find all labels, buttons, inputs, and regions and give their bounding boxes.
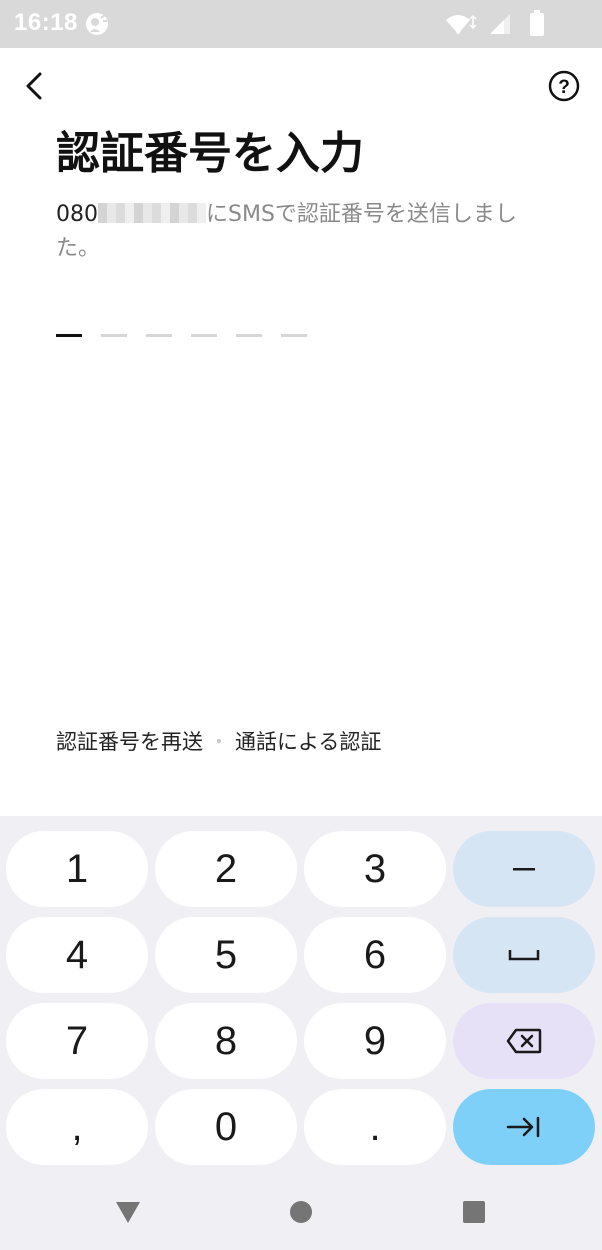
key-7[interactable]: 7	[6, 1003, 148, 1079]
back-button[interactable]	[14, 66, 54, 106]
code-slot-3[interactable]	[146, 334, 172, 337]
key-5[interactable]: 5	[155, 917, 297, 993]
key-4[interactable]: 4	[6, 917, 148, 993]
wifi-icon: 5	[446, 14, 477, 36]
key-2[interactable]: 2	[155, 831, 297, 907]
phone-number-prefix: 080	[56, 202, 98, 227]
status-bar: 16:18 5	[0, 0, 602, 48]
sms-description: 080 にSMSで認証番号を送信しました。	[56, 198, 546, 266]
square-recents-icon	[463, 1201, 485, 1223]
key-3[interactable]: 3	[304, 831, 446, 907]
key-period[interactable]: .	[304, 1089, 446, 1165]
code-slot-6[interactable]	[281, 334, 307, 337]
space-icon	[508, 950, 540, 961]
key-0[interactable]: 0	[155, 1089, 297, 1165]
nav-home-button[interactable]	[285, 1196, 317, 1228]
status-icons: 5	[444, 10, 564, 38]
tab-next-icon	[506, 1116, 540, 1138]
key-9[interactable]: 9	[304, 1003, 446, 1079]
verification-links: 認証番号を再送 通話による認証	[56, 726, 381, 756]
svg-text:?: ?	[558, 77, 570, 98]
circle-home-icon	[290, 1201, 312, 1223]
nav-back-button[interactable]	[112, 1196, 144, 1228]
signal-icon	[490, 14, 510, 34]
call-verification-link[interactable]: 通話による認証	[235, 726, 381, 756]
key-8[interactable]: 8	[155, 1003, 297, 1079]
code-slot-2[interactable]	[101, 334, 127, 337]
key-1[interactable]: 1	[6, 831, 148, 907]
help-button[interactable]: ?	[546, 68, 582, 104]
resend-code-link[interactable]: 認証番号を再送	[56, 726, 203, 756]
code-slot-5[interactable]	[236, 334, 262, 337]
nav-recents-button[interactable]	[458, 1196, 490, 1228]
backspace-icon	[506, 1028, 542, 1054]
assistant-icon	[86, 13, 108, 35]
key-minus[interactable]	[453, 831, 595, 907]
key-backspace[interactable]	[453, 1003, 595, 1079]
battery-icon	[530, 10, 544, 36]
verification-code-input[interactable]	[56, 334, 316, 338]
link-separator	[217, 739, 221, 743]
minus-icon	[513, 868, 535, 871]
key-comma[interactable]: ,	[6, 1089, 148, 1165]
chevron-left-icon	[26, 72, 42, 100]
key-space[interactable]	[453, 917, 595, 993]
masked-phone-number	[98, 203, 206, 223]
question-circle-icon: ?	[548, 70, 580, 102]
key-6[interactable]: 6	[304, 917, 446, 993]
key-next[interactable]	[453, 1089, 595, 1165]
system-navigation-bar	[0, 1172, 602, 1250]
status-time: 16:18	[14, 9, 78, 36]
page-title: 認証番号を入力	[56, 128, 364, 179]
code-slot-4[interactable]	[191, 334, 217, 337]
code-slot-1[interactable]	[56, 334, 82, 337]
svg-text:5: 5	[456, 27, 461, 36]
triangle-back-icon	[116, 1202, 140, 1223]
